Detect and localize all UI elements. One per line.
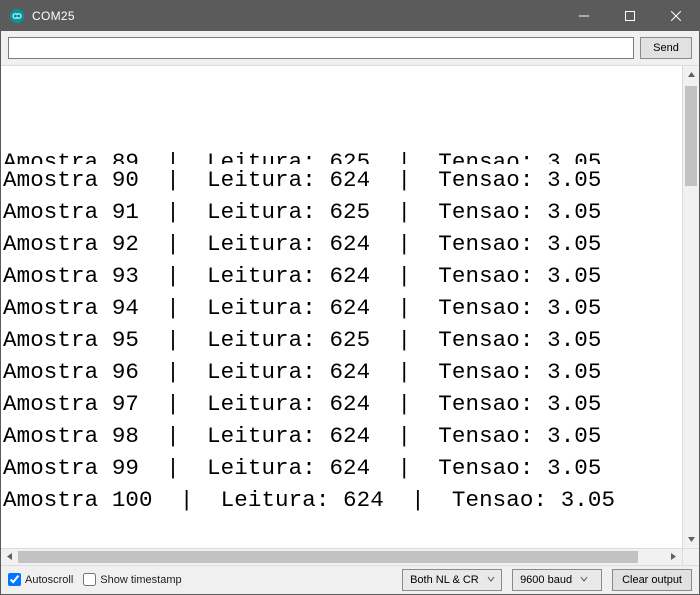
chevron-down-icon <box>580 574 588 586</box>
serial-output-text: Amostra 89 | Leitura: 625 | Tensao: 3.05… <box>1 66 699 565</box>
serial-input[interactable] <box>8 37 634 59</box>
serial-line: Amostra 91 | Leitura: 625 | Tensao: 3.05 <box>3 196 693 228</box>
hscroll-thumb[interactable] <box>18 551 638 563</box>
scroll-corner <box>682 548 699 565</box>
line-ending-value: Both NL & CR <box>410 574 479 586</box>
minimize-button[interactable] <box>561 1 607 31</box>
maximize-button[interactable] <box>607 1 653 31</box>
serial-line: Amostra 99 | Leitura: 624 | Tensao: 3.05 <box>3 452 693 484</box>
serial-line: Amostra 97 | Leitura: 624 | Tensao: 3.05 <box>3 388 693 420</box>
window-title: COM25 <box>32 9 75 23</box>
horizontal-scrollbar[interactable] <box>1 548 682 565</box>
scroll-up-arrow-icon[interactable] <box>683 66 699 83</box>
serial-line: Amostra 90 | Leitura: 624 | Tensao: 3.05 <box>3 164 693 196</box>
autoscroll-label: Autoscroll <box>25 574 73 586</box>
autoscroll-option[interactable]: Autoscroll <box>8 573 73 586</box>
timestamp-label: Show timestamp <box>100 574 181 586</box>
clear-output-button[interactable]: Clear output <box>612 569 692 591</box>
serial-monitor-window: COM25 Send Amostra 89 | Leitura: 625 | T… <box>0 0 700 595</box>
serial-line: Amostra 92 | Leitura: 624 | Tensao: 3.05 <box>3 228 693 260</box>
vscroll-thumb[interactable] <box>685 86 697 186</box>
scroll-down-arrow-icon[interactable] <box>683 531 699 548</box>
bottom-bar: Autoscroll Show timestamp Both NL & CR 9… <box>1 565 699 594</box>
close-button[interactable] <box>653 1 699 31</box>
serial-line: Amostra 100 | Leitura: 624 | Tensao: 3.0… <box>3 484 693 516</box>
baud-select[interactable]: 9600 baud <box>512 569 602 591</box>
timestamp-option[interactable]: Show timestamp <box>83 573 181 586</box>
serial-line: Amostra 96 | Leitura: 624 | Tensao: 3.05 <box>3 356 693 388</box>
send-row: Send <box>1 31 699 66</box>
send-button[interactable]: Send <box>640 37 692 59</box>
titlebar: COM25 <box>1 1 699 31</box>
serial-line: Amostra 94 | Leitura: 624 | Tensao: 3.05 <box>3 292 693 324</box>
baud-value: 9600 baud <box>520 574 572 586</box>
autoscroll-checkbox[interactable] <box>8 573 21 586</box>
line-ending-select[interactable]: Both NL & CR <box>402 569 502 591</box>
serial-line: Amostra 89 | Leitura: 625 | Tensao: 3.05 <box>3 146 693 164</box>
vertical-scrollbar[interactable] <box>682 66 699 548</box>
chevron-down-icon <box>487 574 495 586</box>
vscroll-track[interactable] <box>683 83 699 531</box>
scroll-right-arrow-icon[interactable] <box>665 548 682 565</box>
serial-line: Amostra 95 | Leitura: 625 | Tensao: 3.05 <box>3 324 693 356</box>
scroll-left-arrow-icon[interactable] <box>1 548 18 565</box>
serial-line <box>3 516 693 548</box>
hscroll-track[interactable] <box>18 549 665 565</box>
serial-line: Amostra 98 | Leitura: 624 | Tensao: 3.05 <box>3 420 693 452</box>
timestamp-checkbox[interactable] <box>83 573 96 586</box>
output-area: Amostra 89 | Leitura: 625 | Tensao: 3.05… <box>1 66 699 565</box>
arduino-logo-icon <box>9 8 25 24</box>
serial-line: Amostra 93 | Leitura: 624 | Tensao: 3.05 <box>3 260 693 292</box>
